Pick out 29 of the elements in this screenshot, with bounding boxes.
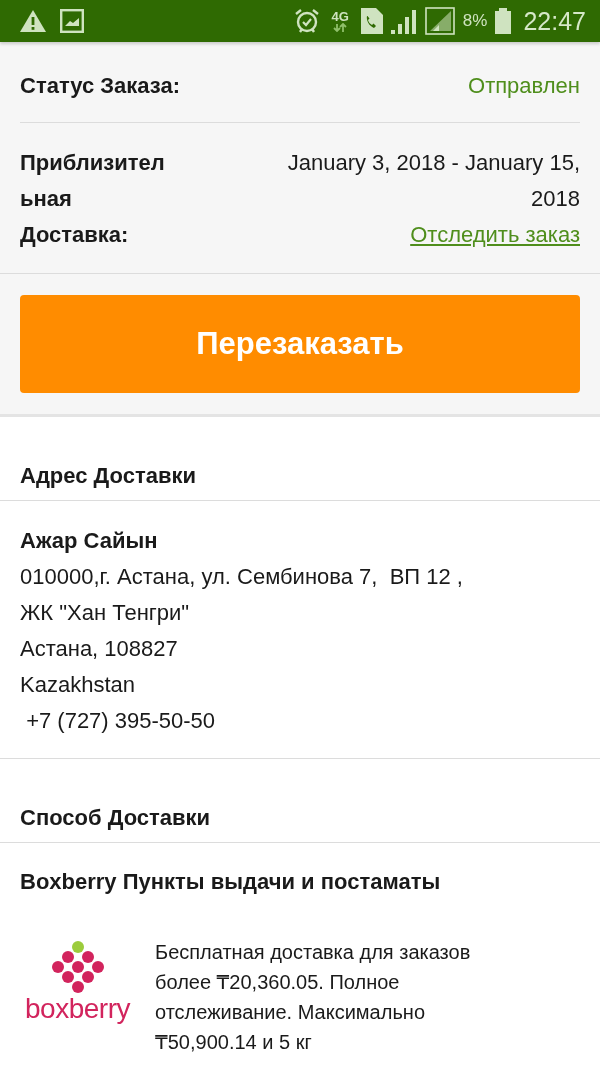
warning-icon [20, 10, 46, 32]
status-value: Отправлен [468, 72, 580, 100]
address-line: Астана, 108827 [20, 635, 179, 663]
data-arrows-icon [333, 23, 348, 32]
battery-icon [495, 8, 512, 34]
signal-icon [390, 8, 417, 34]
carrier-name: Boxberry Пункты выдачи и постаматы [20, 869, 441, 894]
section-title: Способ Доставки [20, 805, 212, 831]
recipient-name: Ажар Сайын [20, 527, 159, 555]
address-line: Kazakhstan [20, 671, 136, 699]
logo-wordmark: boxberry [25, 993, 130, 1025]
track-order-link[interactable]: Отследить заказ [410, 217, 580, 253]
clock-time: 22:47 [523, 7, 586, 35]
sim-call-icon [360, 8, 383, 34]
section-title: Адрес Доставки [20, 463, 197, 489]
berries-icon [51, 941, 104, 993]
network-type-label: 4G [331, 10, 349, 23]
delivery-dates: January 3, 2018 - January 15, 2018 [286, 149, 580, 213]
address-line: 010000,г. Астана, ул. Сембинова 7, ВП 12 , [20, 563, 464, 591]
shipping-description: Бесплатная доставка для заказов более ₸20,360.05. Полное отслеживание. Максимально ₸50,900.14 и 5 кг [155, 940, 472, 1055]
image-icon [60, 9, 84, 33]
alarm-clock-icon [293, 8, 320, 34]
signal-box-icon [424, 7, 455, 35]
delivery-label: Приблизительная Доставка: [20, 149, 166, 249]
status-label: Статус Заказа: [20, 72, 180, 100]
address-line: ЖК "Хан Тенгри" [20, 599, 191, 627]
battery-percent: 8% [462, 11, 488, 31]
address-line: +7 (727) 395-50-50 [25, 707, 217, 735]
reorder-button[interactable]: Перезаказать [20, 295, 580, 393]
